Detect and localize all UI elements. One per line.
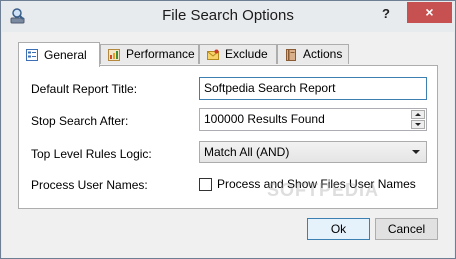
close-button[interactable]: × [407, 2, 452, 23]
general-tab-panel: Default Report Title: Softpedia Search R… [18, 65, 438, 209]
report-title-input[interactable]: Softpedia Search Report [199, 77, 427, 100]
file-search-options-window: File Search Options ? × General Performa… [0, 0, 456, 259]
rules-logic-dropdown[interactable]: Match All (AND) [199, 141, 427, 163]
tab-performance-label: Performance [126, 47, 195, 61]
title-bar[interactable]: File Search Options ? × [1, 1, 455, 32]
spinner-buttons [411, 110, 425, 129]
tab-performance[interactable]: Performance [100, 44, 199, 64]
ok-button[interactable]: Ok [307, 218, 370, 240]
rules-logic-selected: Match All (AND) [204, 145, 290, 159]
stop-search-label: Stop Search After: [31, 114, 129, 128]
watermark: SOFTPEDIA [267, 180, 380, 200]
book-icon [286, 48, 296, 61]
tab-actions-label: Actions [303, 47, 343, 61]
report-title-label: Default Report Title: [31, 82, 138, 96]
spin-down-button[interactable] [411, 120, 425, 129]
tab-exclude[interactable]: Exclude [199, 44, 277, 64]
tab-general[interactable]: General [18, 42, 100, 67]
spin-up-button[interactable] [411, 110, 425, 119]
chevron-down-icon [412, 150, 420, 154]
tab-exclude-label: Exclude [225, 47, 268, 61]
form-icon [26, 49, 38, 61]
rules-logic-label: Top Level Rules Logic: [31, 147, 152, 161]
stop-search-value: 100000 Results Found [204, 112, 325, 126]
process-users-label: Process User Names: [31, 178, 148, 192]
dialog-client-area: General Performance Exclude Actions Defa… [2, 32, 454, 258]
stop-search-spinner[interactable]: 100000 Results Found [199, 108, 427, 131]
gauge-icon [108, 48, 120, 61]
cancel-button[interactable]: Cancel [375, 218, 438, 240]
envelope-icon [207, 49, 219, 60]
arrow-down-icon [415, 123, 421, 126]
process-users-checkbox[interactable] [199, 177, 212, 191]
tab-general-label: General [44, 47, 87, 62]
tab-actions[interactable]: Actions [277, 44, 349, 64]
arrow-up-icon [415, 113, 421, 116]
help-button[interactable]: ? [375, 4, 397, 24]
